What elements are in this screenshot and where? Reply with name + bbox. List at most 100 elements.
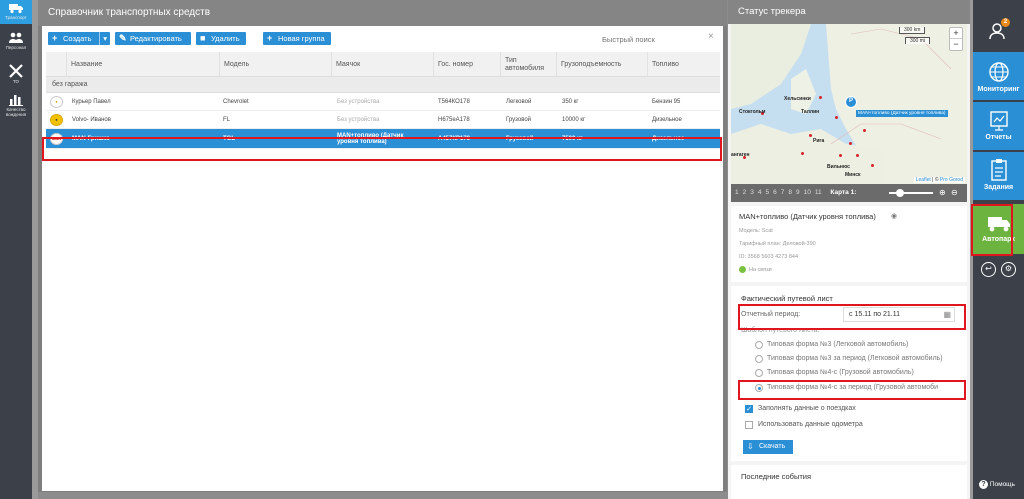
table-row[interactable]: ● Volvo- Иванов FL Без устройства Н675еА… [46, 111, 720, 129]
column-header-model[interactable]: Модель [219, 52, 331, 77]
map-page-3[interactable]: 3 [750, 189, 754, 196]
app-window: Транспорт Персонал ТО Качество вождения … [0, 0, 1024, 499]
wrench-icon: ⚙ [1004, 264, 1013, 273]
zoom-out-icon[interactable]: ⊖ [951, 184, 958, 202]
edit-button-label: Редактировать [130, 34, 182, 43]
map-marker[interactable] [856, 154, 859, 157]
table-row-selected[interactable]: MAN MAN-Гришко TGL MAN+топливо (Датчик у… [46, 129, 720, 149]
map-marker[interactable] [871, 164, 874, 167]
cell-type: Грузовой [506, 117, 532, 123]
left-nav-label: Персонал [5, 45, 27, 50]
right-nav-monitoring[interactable]: Мониторинг [973, 52, 1024, 100]
map-page-2[interactable]: 2 [743, 189, 747, 196]
right-nav-fleet[interactable]: Автопарк [973, 204, 1024, 254]
cell-model: Chevrolet [223, 99, 249, 105]
map-page-list: 1 2 3 4 5 6 7 8 9 10 11 [735, 189, 826, 196]
truck-icon [9, 4, 23, 14]
map-page-4[interactable]: 4 [758, 189, 762, 196]
template-radio-0[interactable] [755, 341, 763, 349]
column-header-fuel[interactable]: Топливо [647, 52, 720, 77]
left-nav-label: ТО [12, 79, 20, 84]
help-link[interactable]: ? Помощь [979, 480, 1015, 489]
map-scale-bottom: 300 mi [905, 37, 931, 44]
template-option-label: Типовая форма №4-с за период (Грузовой а… [767, 384, 939, 391]
map-marker[interactable] [809, 134, 812, 137]
vehicle-map-marker[interactable]: P [845, 96, 857, 108]
template-radio-3[interactable] [755, 384, 763, 392]
column-header-plate[interactable]: Гос. номер [433, 52, 500, 77]
right-nav-reports[interactable]: Отчеты [973, 102, 1024, 150]
delete-button[interactable]: ■ Удалить [196, 32, 246, 45]
settings-shortcut-left[interactable]: ↩ [981, 262, 996, 277]
map-page-1[interactable]: 1 [735, 189, 739, 196]
left-nav-item-maintenance[interactable]: ТО [0, 62, 32, 88]
map-marker[interactable] [819, 96, 822, 99]
cell-plate: Н675еА178 [438, 117, 470, 123]
chevron-down-icon[interactable]: ▾ [99, 32, 107, 45]
period-label: Отчетный период: [741, 311, 801, 318]
map-page-8[interactable]: 8 [788, 189, 792, 196]
left-nav-item-driving-quality[interactable]: Качество вождения [0, 90, 32, 124]
template-radio-1[interactable] [755, 355, 763, 363]
template-radio-2[interactable] [755, 369, 763, 377]
recent-events-title: Последние события [741, 472, 812, 481]
map-page-6[interactable]: 6 [773, 189, 777, 196]
pro-gorod-link[interactable]: Pro Gorod [940, 177, 963, 183]
map-marker[interactable] [863, 129, 866, 132]
left-nav-item-personnel[interactable]: Персонал [0, 30, 32, 56]
left-nav-item-transport[interactable]: Транспорт [0, 0, 32, 24]
zoom-in-button[interactable]: + [950, 28, 962, 39]
cell-model: FL [223, 117, 231, 123]
left-nav-label: Качество вождения [5, 107, 27, 117]
map-page-10[interactable]: 10 [804, 189, 811, 196]
map-marker[interactable] [835, 116, 838, 119]
right-nav-user[interactable]: 2 [973, 18, 1024, 50]
device-info: MAN+топливо (Датчик уровня топлива) ◉ Мо… [731, 206, 967, 282]
column-header-capacity[interactable]: Грузоподъемность [556, 52, 647, 77]
group-row[interactable]: без гаража [46, 77, 720, 93]
fill-trips-checkbox[interactable]: ✓ [745, 405, 753, 413]
map-marker[interactable] [849, 142, 852, 145]
map-attribution: Leaflet | © Pro Gorod [913, 177, 965, 183]
left-nav-label: Транспорт [5, 15, 27, 20]
map-marker[interactable] [801, 152, 804, 155]
cell-tracker: Без устройства [337, 117, 380, 123]
tracker-status-title: Статус трекера [728, 0, 970, 24]
table-row[interactable]: ● Курьер Павел Chevrolet Без устройства … [46, 93, 720, 111]
left-nav: Транспорт Персонал ТО Качество вождения [0, 0, 32, 499]
right-nav-tasks[interactable]: Задания [973, 152, 1024, 200]
template-option-label: Типовая форма №3 за период (Легковой авт… [767, 355, 943, 362]
create-button[interactable]: + Создать ▾ [48, 32, 110, 45]
new-group-button[interactable]: + Новая группа [263, 32, 331, 45]
map-page-11[interactable]: 11 [815, 189, 822, 196]
map-view[interactable]: Хельсинки Таллин Стокгольм Рига Вильнюс … [731, 24, 967, 184]
zoom-in-icon[interactable]: ⊕ [939, 184, 946, 202]
edit-button[interactable]: ✎ Редактировать [115, 32, 191, 45]
zoom-out-button[interactable]: − [950, 39, 962, 50]
column-header-tracker[interactable]: Маячок [331, 52, 433, 77]
period-field[interactable]: с 15.11 по 21.11 ▦ [843, 307, 955, 322]
vehicle-map-label: MAN+топливо (Датчик уровня топлива) [856, 110, 948, 117]
map-zoom-slider-handle[interactable] [896, 189, 904, 197]
use-odometer-checkbox[interactable] [745, 421, 753, 429]
map-marker[interactable] [839, 154, 842, 157]
map-page-9[interactable]: 9 [796, 189, 800, 196]
right-nav-label: Автопарк [982, 236, 1015, 243]
calendar-icon[interactable]: ▦ [943, 310, 951, 319]
close-icon[interactable]: × [708, 31, 714, 42]
cell-model: TGL [223, 136, 235, 142]
map-page-5[interactable]: 5 [766, 189, 770, 196]
download-button[interactable]: ⇩ Скачать [743, 440, 793, 454]
waybill-section: Фактический путевой лист Отчетный период… [731, 286, 967, 461]
leaflet-link[interactable]: Leaflet [916, 177, 931, 183]
clipboard-icon [990, 159, 1007, 181]
map-city-label: Рига [813, 138, 825, 144]
quick-search-input[interactable] [602, 33, 712, 45]
new-group-button-label: Новая группа [278, 34, 325, 43]
column-header-name[interactable]: Название [66, 52, 219, 77]
eye-icon[interactable]: ◉ [891, 212, 897, 220]
map-page-7[interactable]: 7 [781, 189, 785, 196]
settings-shortcut-right[interactable]: ⚙ [1001, 262, 1016, 277]
column-header-type[interactable]: Тип автомобиля [500, 52, 556, 77]
logout-icon: ↩ [985, 264, 992, 273]
